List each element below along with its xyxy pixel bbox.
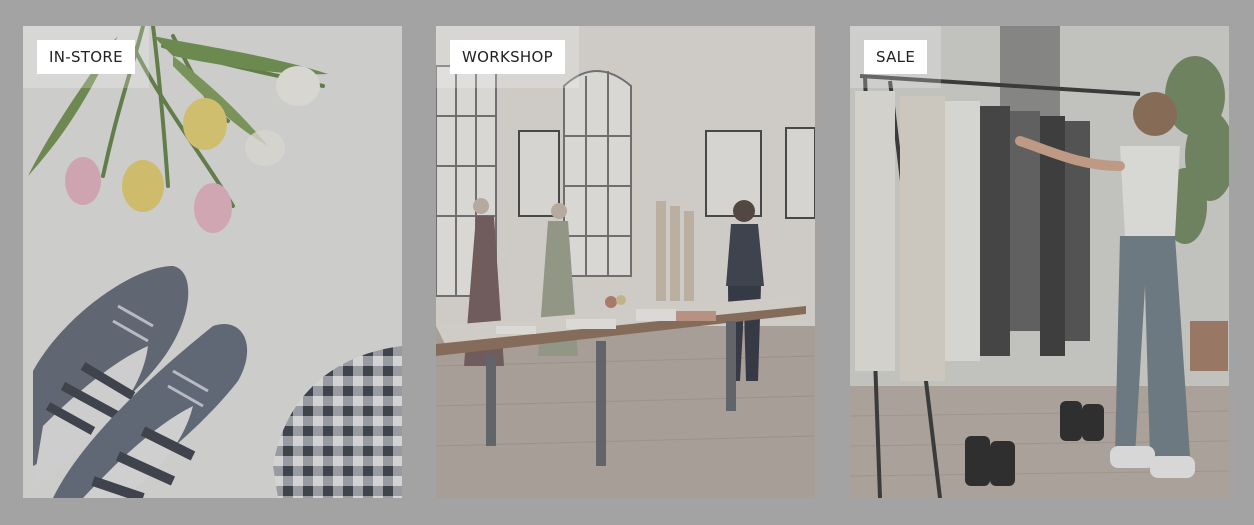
sale-image xyxy=(850,26,1229,498)
tag-backdrop: IN-STORE xyxy=(23,26,149,88)
category-card-in-store[interactable]: IN-STORE xyxy=(23,26,402,498)
tag-backdrop: SALE xyxy=(850,26,942,88)
tag-backdrop: WORKSHOP xyxy=(436,26,579,88)
category-tag: IN-STORE xyxy=(37,40,135,74)
category-tag: SALE xyxy=(864,40,928,74)
category-card-sale[interactable]: SALE xyxy=(850,26,1229,498)
in-store-image xyxy=(23,26,402,498)
category-tag: WORKSHOP xyxy=(450,40,565,74)
category-card-workshop[interactable]: WORKSHOP xyxy=(436,26,815,498)
workshop-image xyxy=(436,26,815,498)
